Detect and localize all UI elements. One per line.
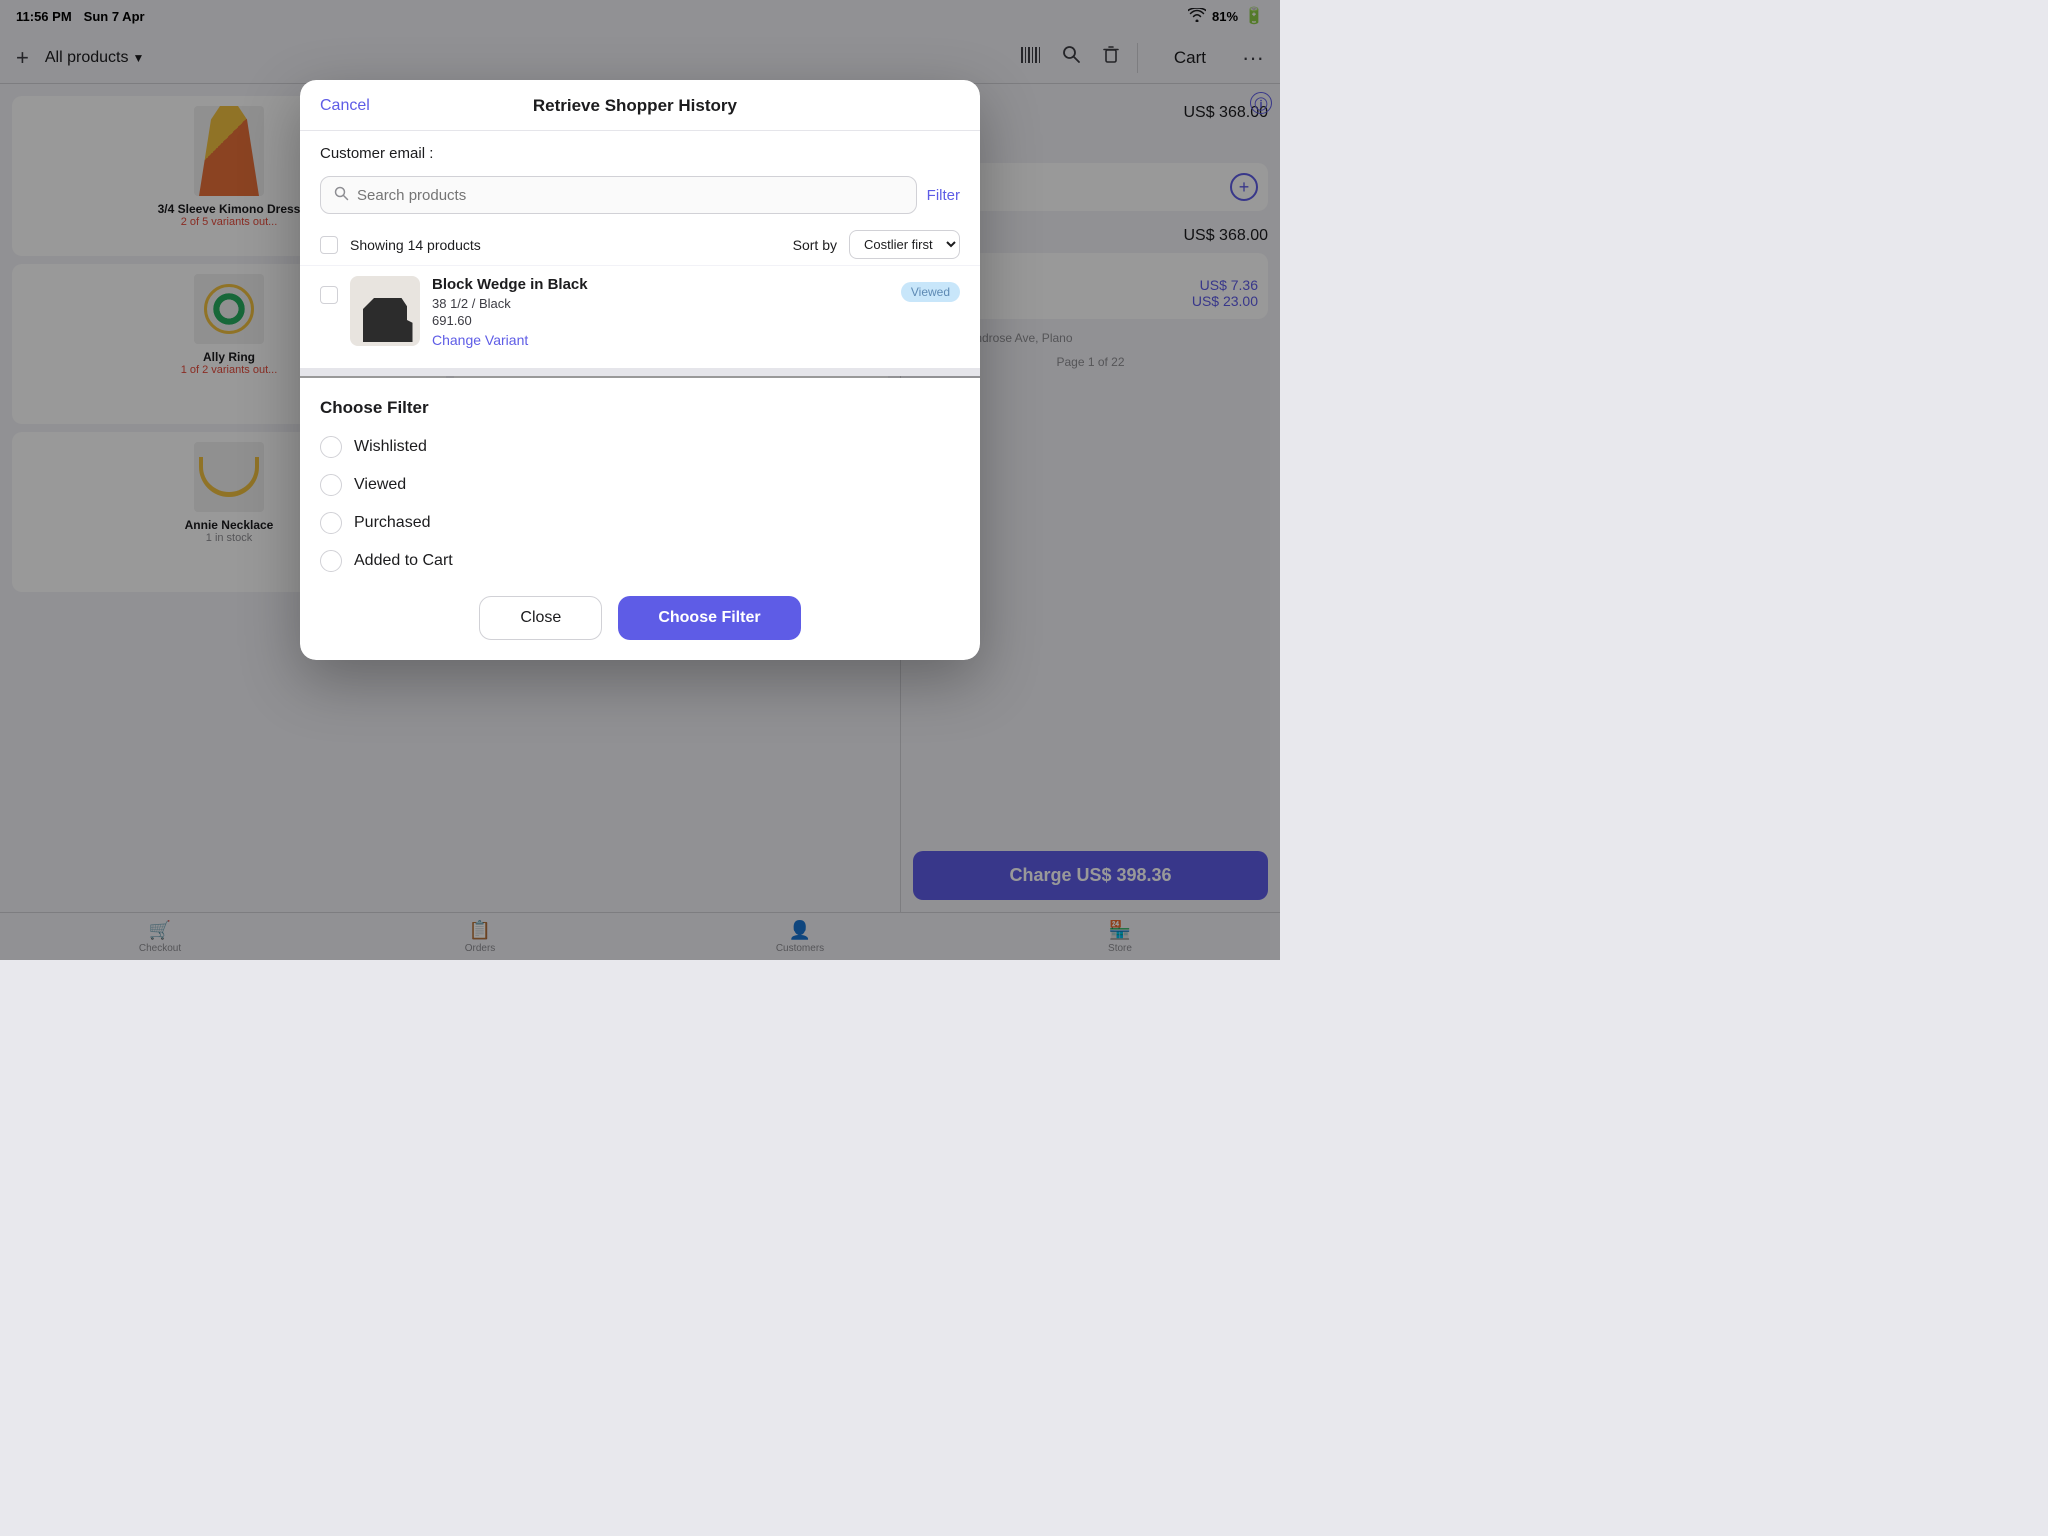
filter-label-wishlisted: Wishlisted (354, 438, 427, 456)
search-icon (333, 185, 349, 205)
modal-top-section: Cancel Retrieve Shopper History Customer… (300, 80, 980, 368)
product-variant: 38 1/2 / Black (432, 296, 889, 311)
modal: Cancel Retrieve Shopper History Customer… (300, 80, 980, 660)
radio-purchased[interactable] (320, 512, 342, 534)
close-button[interactable]: Close (479, 596, 602, 640)
product-price: 691.60 (432, 313, 889, 328)
radio-viewed[interactable] (320, 474, 342, 496)
showing-count: Showing 14 products (350, 237, 481, 253)
item-checkbox[interactable] (320, 286, 338, 304)
filter-option-added-to-cart[interactable]: Added to Cart (320, 550, 960, 572)
select-all-checkbox[interactable] (320, 236, 338, 254)
showing-row: Showing 14 products Sort by Costlier fir… (300, 224, 980, 265)
product-list-item: Block Wedge in Black 38 1/2 / Black 691.… (300, 265, 980, 360)
filter-option-viewed[interactable]: Viewed (320, 474, 960, 496)
filter-label-added-to-cart: Added to Cart (354, 552, 453, 570)
search-row: Filter (300, 170, 980, 224)
filter-section: Choose Filter Wishlisted Viewed Purchase… (300, 378, 980, 660)
product-info: Block Wedge in Black 38 1/2 / Black 691.… (432, 276, 889, 350)
cancel-button[interactable]: Cancel (320, 97, 370, 115)
change-variant-button[interactable]: Change Variant (432, 332, 528, 348)
customer-email-label: Customer email : (300, 131, 980, 170)
filter-label-viewed: Viewed (354, 476, 406, 494)
sort-select[interactable]: Costlier first (849, 230, 960, 259)
filter-options: Wishlisted Viewed Purchased Added to Car… (320, 436, 960, 572)
radio-wishlisted[interactable] (320, 436, 342, 458)
search-input[interactable] (357, 187, 904, 204)
modal-header: Cancel Retrieve Shopper History (300, 80, 980, 131)
sort-label: Sort by (793, 237, 837, 253)
search-box[interactable] (320, 176, 917, 214)
filter-actions: Close Choose Filter (320, 596, 960, 640)
product-thumbnail (350, 276, 420, 346)
filter-button[interactable]: Filter (927, 187, 960, 204)
viewed-badge: Viewed (901, 282, 960, 302)
modal-separator (300, 368, 980, 376)
filter-title: Choose Filter (320, 398, 960, 418)
radio-added-to-cart[interactable] (320, 550, 342, 572)
filter-label-purchased: Purchased (354, 514, 431, 532)
filter-option-purchased[interactable]: Purchased (320, 512, 960, 534)
product-name: Block Wedge in Black (432, 276, 889, 293)
choose-filter-button[interactable]: Choose Filter (618, 596, 800, 640)
modal-title: Retrieve Shopper History (533, 96, 737, 116)
filter-option-wishlisted[interactable]: Wishlisted (320, 436, 960, 458)
